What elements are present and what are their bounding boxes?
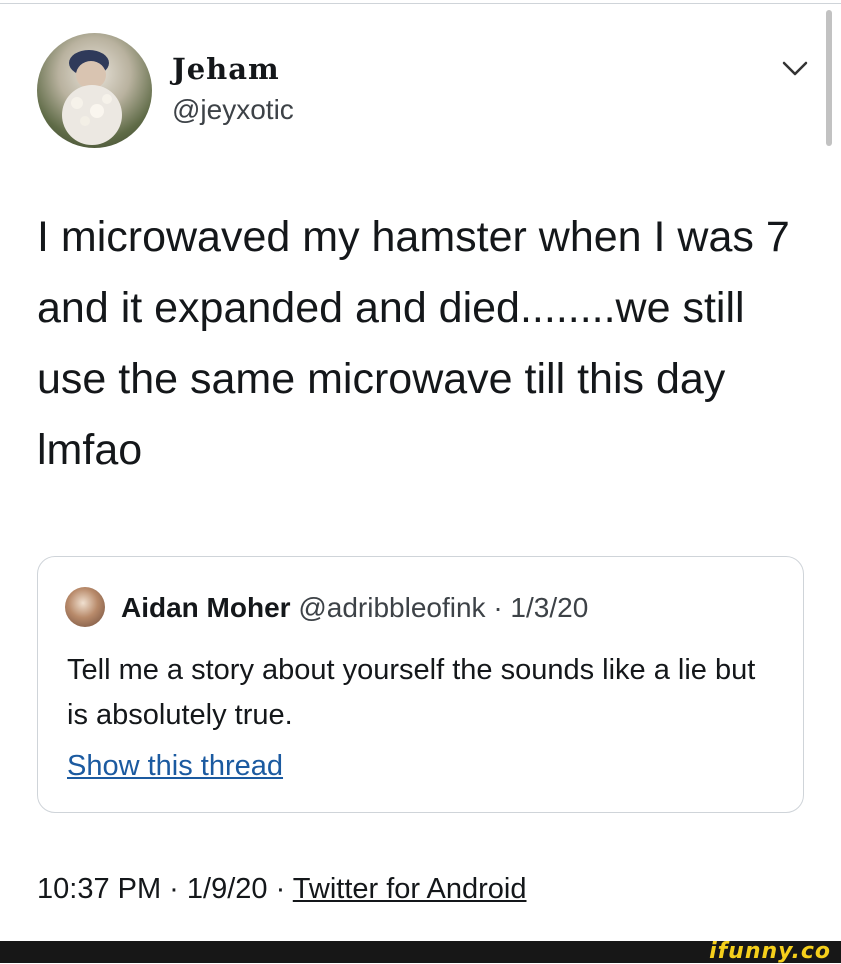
tweet-source-link[interactable]: Twitter for Android bbox=[293, 873, 527, 905]
quoted-display-name[interactable]: Aidan Moher bbox=[121, 592, 291, 623]
quoted-tweet-text: Tell me a story about yourself the sound… bbox=[67, 654, 756, 731]
quoted-header: Aidan Moher @adribbleofink · 1/3/20 bbox=[121, 592, 588, 624]
quoted-avatar[interactable] bbox=[65, 587, 105, 627]
tweet-text: I microwaved my hamster when I was 7 and… bbox=[37, 213, 790, 474]
top-divider bbox=[0, 3, 841, 4]
tweet-timestamp: 10:37 PM · 1/9/20 · bbox=[37, 873, 293, 905]
tweet-footer: 10:37 PM · 1/9/20 · Twitter for Android bbox=[37, 873, 527, 906]
author-display-name[interactable]: Jeham bbox=[172, 52, 280, 86]
author-handle[interactable]: @jeyxotic bbox=[172, 94, 294, 126]
avatar-photo bbox=[62, 50, 122, 145]
show-thread-link[interactable]: Show this thread bbox=[67, 750, 283, 783]
chevron-down-icon[interactable] bbox=[780, 58, 810, 80]
ifunny-watermark: ifunny.co bbox=[709, 939, 831, 964]
quoted-tweet-card[interactable]: Aidan Moher @adribbleofink · 1/3/20 Tell… bbox=[37, 556, 804, 813]
quoted-meta: @adribbleofink · 1/3/20 bbox=[290, 592, 589, 623]
avatar[interactable] bbox=[37, 33, 152, 148]
scrollbar[interactable] bbox=[826, 10, 832, 146]
